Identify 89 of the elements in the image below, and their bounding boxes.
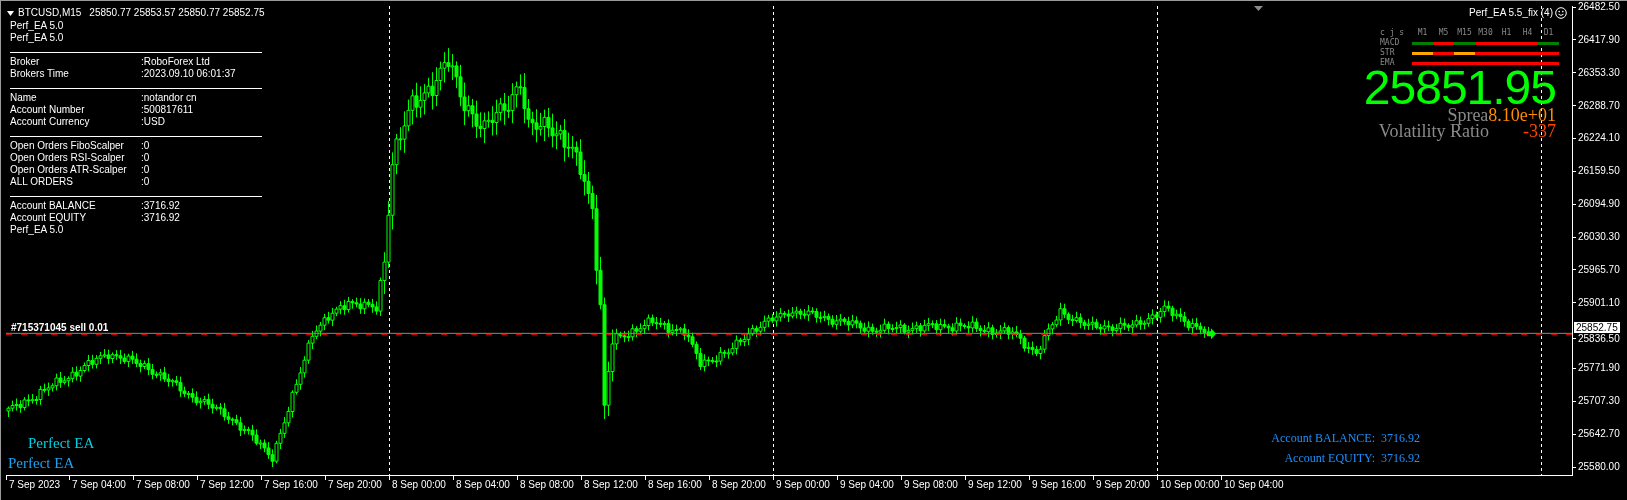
time-label: 9 Sep 00:00	[776, 479, 830, 491]
time-label: 9 Sep 08:00	[904, 479, 958, 491]
price-label: 26224.10	[1578, 132, 1620, 145]
volatility-value: -337	[1523, 123, 1556, 140]
spread-label: Sprea	[1447, 107, 1489, 124]
time-label: 9 Sep 16:00	[1032, 479, 1086, 491]
indicator-label: MACD	[1380, 38, 1401, 48]
time-label: 9 Sep 12:00	[968, 479, 1022, 491]
info-label: Account BALANCE	[10, 200, 97, 212]
account-label: Account BALANCE:	[1271, 430, 1375, 446]
price-label: 25965.70	[1578, 263, 1620, 276]
info-label: Open Orders ATR-Scalper	[10, 164, 128, 176]
timeframe-label: M1	[1416, 28, 1429, 38]
timeframe-label: H4	[1521, 28, 1534, 38]
smiley-icon	[1555, 7, 1567, 19]
time-label: 8 Sep 12:00	[584, 479, 638, 491]
time-label: 7 Sep 12:00	[200, 479, 254, 491]
account-value: 3716.92	[1381, 450, 1420, 466]
info-value: :3716.92	[141, 200, 181, 212]
price-label: 26094.90	[1578, 198, 1620, 211]
price-label: 26353.30	[1578, 66, 1620, 79]
price-label: 26482.50	[1578, 1, 1620, 13]
price-label: 25707.30	[1578, 395, 1620, 408]
brand-label: Perfect EA	[8, 454, 75, 472]
price-label: 26159.50	[1578, 165, 1620, 178]
time-label: 7 Sep 20:00	[328, 479, 382, 491]
info-value: :notandor cn	[141, 92, 198, 104]
info-value: :2023.09.10 06:01:37	[141, 68, 237, 80]
timeframe-label: H1	[1500, 28, 1513, 38]
time-label: 10 Sep 04:00	[1224, 479, 1284, 491]
order-label: #715371045 sell 0.01	[11, 322, 109, 334]
ea-label: Perf_EA 5.0	[10, 224, 65, 236]
brand-label: Perfect EA	[28, 434, 95, 452]
price-label: 25642.70	[1578, 428, 1620, 441]
price-label: 25836.50	[1578, 332, 1620, 345]
price-label: 26030.30	[1578, 231, 1620, 243]
info-label: Name	[10, 92, 38, 104]
time-label: 8 Sep 08:00	[520, 479, 574, 491]
info-value: :500817611	[141, 104, 195, 116]
arrow-icon	[1207, 328, 1216, 340]
info-value: :0	[141, 176, 151, 188]
indicator-label: STR	[1380, 48, 1396, 58]
spread-value: 8.10e+01	[1488, 107, 1556, 124]
info-label: Account EQUITY	[10, 212, 88, 224]
timeframe-label: D1	[1542, 28, 1555, 38]
time-label: 7 Sep 04:00	[72, 479, 126, 491]
volatility-label: Volatility Ratio	[1378, 123, 1489, 140]
time-label: 8 Sep 16:00	[648, 479, 702, 491]
time-label: 8 Sep 00:00	[392, 479, 446, 491]
price-label: 25580.00	[1578, 461, 1620, 473]
time-label: 9 Sep 04:00	[840, 479, 894, 491]
price-label: 26417.90	[1578, 33, 1620, 46]
info-label: Broker	[10, 56, 41, 68]
info-value: :0	[141, 164, 151, 176]
account-label: Account EQUITY:	[1284, 450, 1375, 466]
indicator-label: EMA	[1380, 58, 1396, 68]
time-label: 7 Sep 08:00	[136, 479, 190, 491]
info-value: :0	[141, 140, 151, 152]
price-label: 25771.90	[1578, 362, 1620, 375]
time-label: 8 Sep 04:00	[456, 479, 510, 491]
ea-label: Perf_EA 5.0	[10, 32, 65, 44]
caret-icon[interactable]	[7, 10, 14, 16]
info-label: Open Orders FiboScalper	[10, 140, 125, 152]
symbol-label: BTCUSD,M15	[18, 7, 82, 19]
time-label: 7 Sep 16:00	[264, 479, 318, 491]
info-value: :RoboForex Ltd	[141, 56, 211, 68]
quote-values: 25850.77 25853.57 25850.77 25852.75	[89, 7, 265, 19]
info-value: :USD	[141, 116, 166, 128]
time-label: 10 Sep 00:00	[1160, 479, 1220, 491]
info-label: ALL ORDERS	[10, 176, 74, 188]
signal-corner-label: c j s	[1380, 28, 1406, 38]
info-label: Brokers Time	[10, 68, 70, 80]
info-value: :0	[141, 152, 151, 164]
price-label: 26288.70	[1578, 99, 1620, 112]
price-label: 25901.10	[1578, 296, 1620, 309]
time-label: 7 Sep 2023	[9, 479, 61, 491]
timeframe-label: M5	[1437, 28, 1450, 38]
info-label: Account Currency	[10, 116, 91, 128]
current-price-tag: 25852.75	[1574, 322, 1620, 334]
timeframe-label: M15	[1456, 28, 1473, 38]
info-value: :3716.92	[141, 212, 181, 224]
time-label: 9 Sep 20:00	[1096, 479, 1150, 491]
time-label: 8 Sep 20:00	[712, 479, 766, 491]
ea-label: Perf_EA 5.0	[10, 20, 65, 32]
info-label: Open Orders RSI-Scalper	[10, 152, 126, 164]
info-label: Account Number	[10, 104, 86, 116]
account-value: 3716.92	[1381, 430, 1420, 446]
timeframe-label: M30	[1477, 28, 1494, 38]
shift-marker-icon[interactable]	[1254, 6, 1263, 11]
